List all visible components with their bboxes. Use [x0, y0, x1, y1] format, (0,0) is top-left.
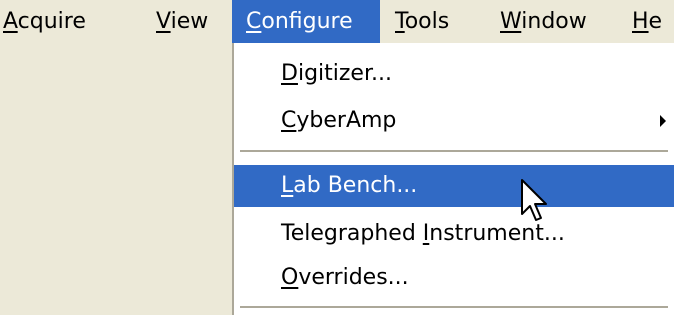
menu-help[interactable]: He [632, 0, 662, 43]
menu-bar: Acquire View Configure Tools Window He [0, 0, 674, 43]
menu-separator [240, 306, 668, 308]
menu-item-cyberamp[interactable]: CyberAmp [234, 100, 674, 142]
menu-item-digitizer[interactable]: Digitizer... [234, 53, 674, 95]
configure-dropdown: Digitizer... CyberAmp Lab Bench... Teleg… [232, 43, 674, 315]
menu-view[interactable]: View [156, 0, 208, 43]
menu-acquire[interactable]: Acquire [3, 0, 86, 43]
workspace-background [0, 43, 232, 315]
menu-item-overrides[interactable]: Overrides... [234, 257, 674, 299]
submenu-arrow-icon [660, 115, 666, 127]
menu-configure[interactable]: Configure [232, 0, 380, 43]
menu-item-lab-bench[interactable]: Lab Bench... [234, 165, 674, 207]
arrow-cursor-icon [521, 179, 547, 221]
menu-tools[interactable]: Tools [395, 0, 449, 43]
menu-separator [240, 150, 668, 152]
menu-window[interactable]: Window [500, 0, 587, 43]
screen: Acquire View Configure Tools Window He D… [0, 0, 674, 315]
menu-item-telegraphed-instrument[interactable]: Telegraphed Instrument... [234, 213, 674, 255]
